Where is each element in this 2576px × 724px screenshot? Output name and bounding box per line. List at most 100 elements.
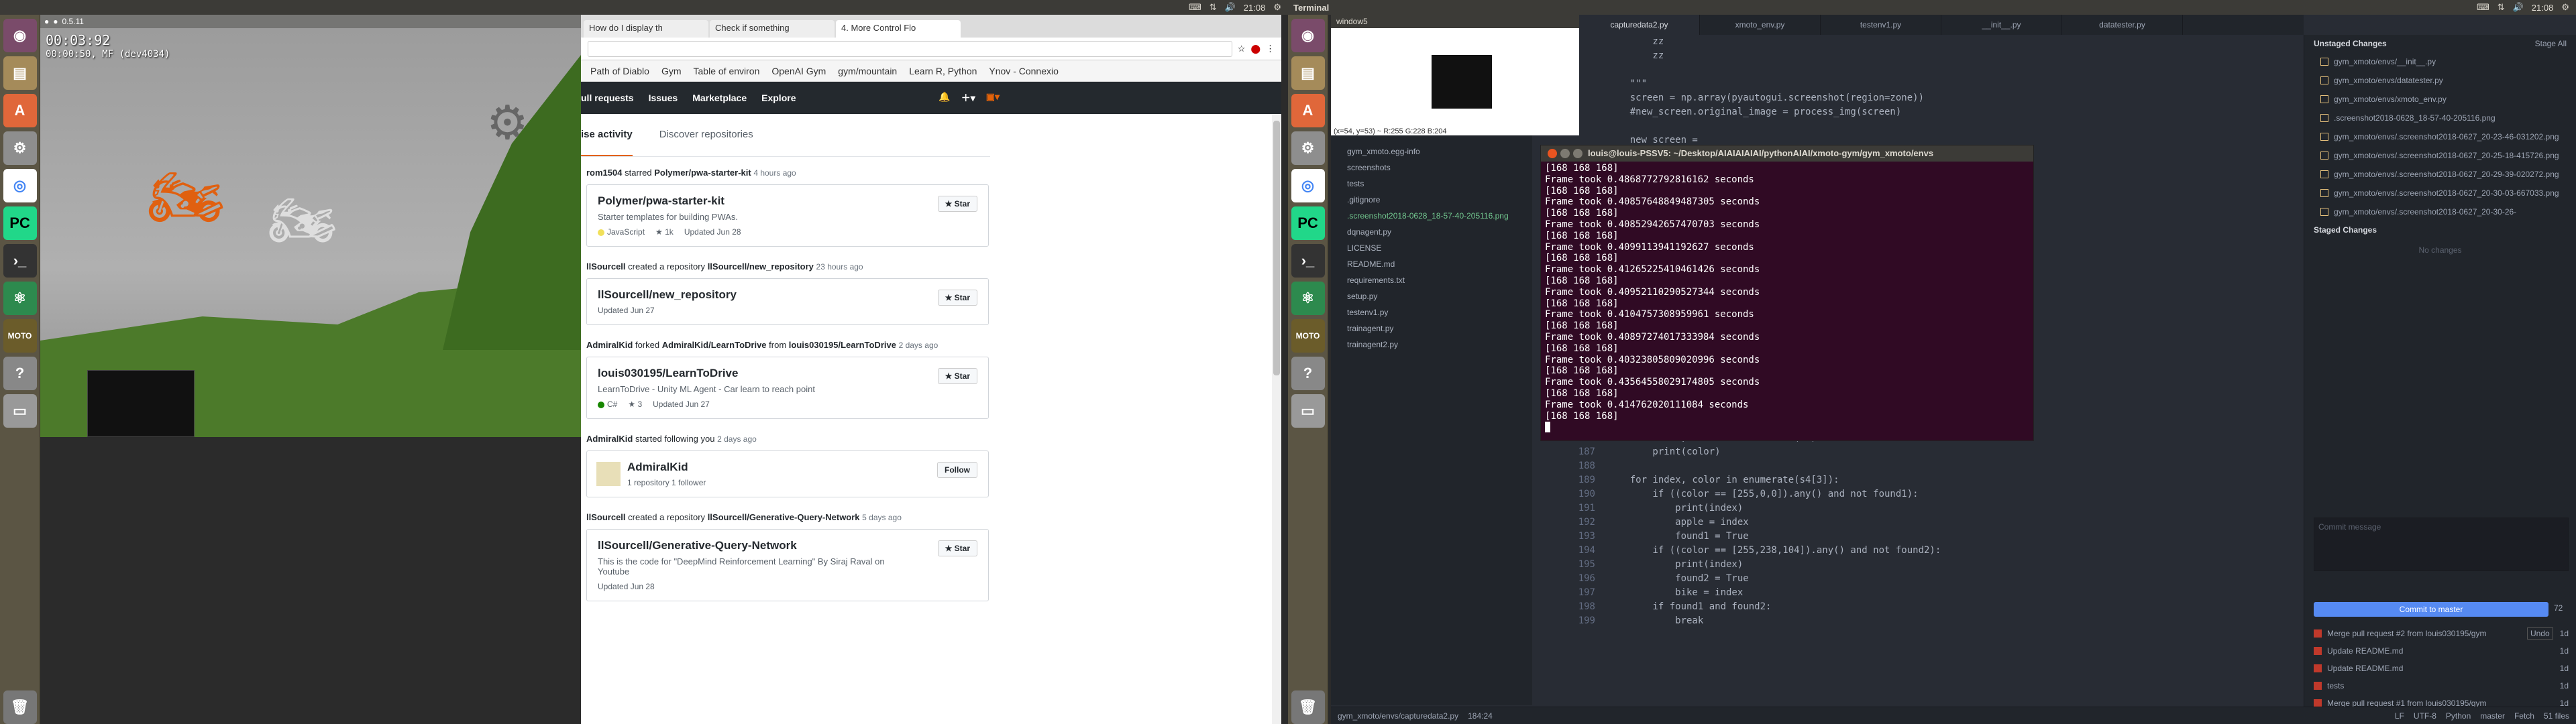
unstaged-file[interactable]: gym_xmoto/envs/datatester.py — [2304, 71, 2576, 90]
browser-tab[interactable]: Check if something — [710, 20, 835, 38]
unstaged-file[interactable]: .screenshot2018-0628_18-57-40-205116.png — [2304, 109, 2576, 127]
tree-item[interactable]: dqnagent.py — [1347, 224, 1532, 240]
window5[interactable]: window5 (x=54, y=53) ~ R:255 G:228 B:204 — [1331, 15, 1579, 135]
xmoto-game-window[interactable]: ● ● 0.5.11 00:03:92 00:00:50, MF (dev403… — [40, 15, 581, 437]
chrome-icon[interactable]: ◎ — [1291, 169, 1325, 202]
editor-tab[interactable]: capturedata2.py — [1579, 15, 1700, 35]
bookmark[interactable]: gym/mountain — [838, 66, 897, 76]
bookmark[interactable]: Gym — [661, 66, 682, 76]
maximize-icon[interactable] — [1573, 149, 1582, 158]
tree-item[interactable]: setup.py — [1347, 288, 1532, 304]
settings-icon[interactable]: ⚙ — [2561, 2, 2569, 13]
repo-name[interactable]: llSourcell/Generative-Query-Network — [598, 539, 977, 552]
repo-name[interactable]: llSourcell/new_repository — [598, 288, 977, 302]
unstaged-file[interactable]: gym_xmoto/envs/.screenshot2018-0627_20-2… — [2304, 165, 2576, 184]
repo-name[interactable]: Polymer/pwa-starter-kit — [598, 194, 977, 208]
chrome-icon[interactable]: ◎ — [3, 169, 37, 202]
nav-marketplace[interactable]: Marketplace — [692, 93, 747, 103]
star-button[interactable]: ★ Star — [937, 368, 977, 384]
status-encoding[interactable]: UTF-8 — [2414, 711, 2436, 721]
tree-item[interactable]: testenv1.py — [1347, 304, 1532, 320]
commit-entry[interactable]: Update README.md 1d — [2314, 642, 2569, 660]
tree-item[interactable]: README.md — [1347, 256, 1532, 272]
files-icon[interactable]: ▤ — [3, 56, 37, 90]
gear-icon[interactable]: ⚙ — [486, 95, 529, 150]
minimize-icon[interactable]: ● — [53, 17, 58, 26]
trash-icon[interactable]: 🗑 — [1291, 690, 1325, 724]
bookmark[interactable]: Learn R, Python — [909, 66, 977, 76]
network-icon[interactable]: ⇅ — [1210, 2, 1217, 13]
files-icon[interactable]: ▤ — [1291, 56, 1325, 90]
repo-name[interactable]: louis030195/LearnToDrive — [598, 367, 977, 380]
avatar[interactable] — [596, 462, 621, 486]
address-bar[interactable] — [588, 40, 1232, 57]
repo-stars[interactable]: ★ 1k — [655, 227, 674, 237]
close-icon[interactable] — [1548, 149, 1557, 158]
atom-icon[interactable]: ⚛ — [3, 282, 37, 315]
commit-entry[interactable]: Update README.md 1d — [2314, 660, 2569, 677]
plus-icon[interactable]: ＋▾ — [961, 91, 975, 105]
menu-icon[interactable]: ⋮ — [1266, 44, 1275, 54]
page-scrollbar[interactable] — [1272, 114, 1281, 724]
pycharm-icon[interactable]: PC — [3, 206, 37, 240]
browser-tab[interactable]: How do I display th — [584, 20, 708, 38]
atom-icon[interactable]: ⚛ — [1291, 282, 1325, 315]
bookmark[interactable]: Table of environ — [694, 66, 760, 76]
event-user[interactable]: llSourcell — [586, 261, 626, 272]
tree-item[interactable]: .screenshot2018-0628_18-57-40-205116.png — [1347, 208, 1532, 224]
bookmark[interactable]: Path of Diablo — [590, 66, 649, 76]
trash-icon[interactable]: 🗑 — [3, 690, 37, 724]
commit-entry[interactable]: tests 1d — [2314, 677, 2569, 695]
clock[interactable]: 21:08 — [2532, 3, 2554, 13]
commit-message-input[interactable]: Commit message — [2314, 518, 2569, 571]
terminal-icon[interactable]: ›_ — [1291, 244, 1325, 278]
bookmark[interactable]: Ynov - Connexio — [989, 66, 1059, 76]
browser-tab-active[interactable]: 4. More Control Flo — [836, 20, 961, 38]
tree-item[interactable]: LICENSE — [1347, 240, 1532, 256]
editor-tab[interactable]: datatester.py — [2062, 15, 2183, 35]
event-target[interactable]: AdmiralKid/LearnToDrive — [662, 340, 767, 350]
status-branch[interactable]: master — [2480, 711, 2505, 721]
follow-button[interactable]: Follow — [937, 462, 977, 478]
volume-icon[interactable]: 🔊 — [2513, 2, 2524, 13]
event-user[interactable]: AdmiralKid — [586, 434, 633, 444]
extension-icon[interactable]: ⬤ — [1250, 44, 1260, 54]
unstaged-file[interactable]: gym_xmoto/envs/xmoto_env.py — [2304, 90, 2576, 109]
tree-item[interactable]: gym_xmoto.egg-info — [1347, 143, 1532, 160]
event-user[interactable]: llSourcell — [586, 512, 626, 522]
terminal-window[interactable]: louis@louis-PSSV5: ~/Desktop/AIAIAIAIAI/… — [1540, 145, 2034, 441]
editor-tab[interactable]: __init__.py — [1941, 15, 2062, 35]
tab-discover-repositories[interactable]: Discover repositories — [659, 129, 753, 156]
bell-icon[interactable]: 🔔 — [938, 91, 950, 105]
status-file-path[interactable]: gym_xmoto/envs/capturedata2.py — [1338, 711, 1458, 721]
unstaged-file[interactable]: gym_xmoto/envs/.screenshot2018-0627_20-3… — [2304, 184, 2576, 202]
tree-item[interactable]: trainagent2.py — [1347, 337, 1532, 353]
xmoto-icon[interactable]: MOTO — [1291, 319, 1325, 353]
avatar[interactable]: ▣▾ — [986, 91, 1000, 105]
tree-item[interactable]: trainagent.py — [1347, 320, 1532, 337]
event-target[interactable]: Polymer/pwa-starter-kit — [654, 168, 751, 178]
status-files[interactable]: 51 files — [2544, 711, 2569, 721]
pycharm-icon[interactable]: PC — [1291, 206, 1325, 240]
repo-stars[interactable]: ★ 3 — [628, 400, 642, 409]
commit-button[interactable]: Commit to master — [2314, 602, 2548, 617]
tree-item[interactable]: screenshots — [1347, 160, 1532, 176]
dash-icon[interactable]: ◉ — [1291, 19, 1325, 52]
status-fetch[interactable]: Fetch — [2514, 711, 2534, 721]
unstaged-file[interactable]: gym_xmoto/envs/.screenshot2018-0627_20-2… — [2304, 127, 2576, 146]
nav-explore[interactable]: Explore — [761, 93, 796, 103]
scrollbar-thumb[interactable] — [1273, 121, 1280, 375]
volume-icon[interactable]: 🔊 — [1225, 2, 1236, 13]
undo-button[interactable]: Undo — [2526, 627, 2553, 640]
tree-item[interactable]: tests — [1347, 176, 1532, 192]
tree-item[interactable]: requirements.txt — [1347, 272, 1532, 288]
drive-icon[interactable]: ▭ — [3, 394, 37, 428]
editor-tab[interactable]: testenv1.py — [1821, 15, 1941, 35]
unstaged-file[interactable]: gym_xmoto/envs/__init__.py — [2304, 52, 2576, 71]
network-icon[interactable]: ⇅ — [2498, 2, 2505, 13]
close-icon[interactable]: ● — [44, 17, 49, 26]
star-icon[interactable]: ☆ — [1238, 44, 1246, 54]
xmoto-icon[interactable]: MOTO — [3, 319, 37, 353]
help-icon[interactable]: ? — [1291, 357, 1325, 390]
event-target[interactable]: llSourcell/Generative-Query-Network — [708, 512, 860, 522]
